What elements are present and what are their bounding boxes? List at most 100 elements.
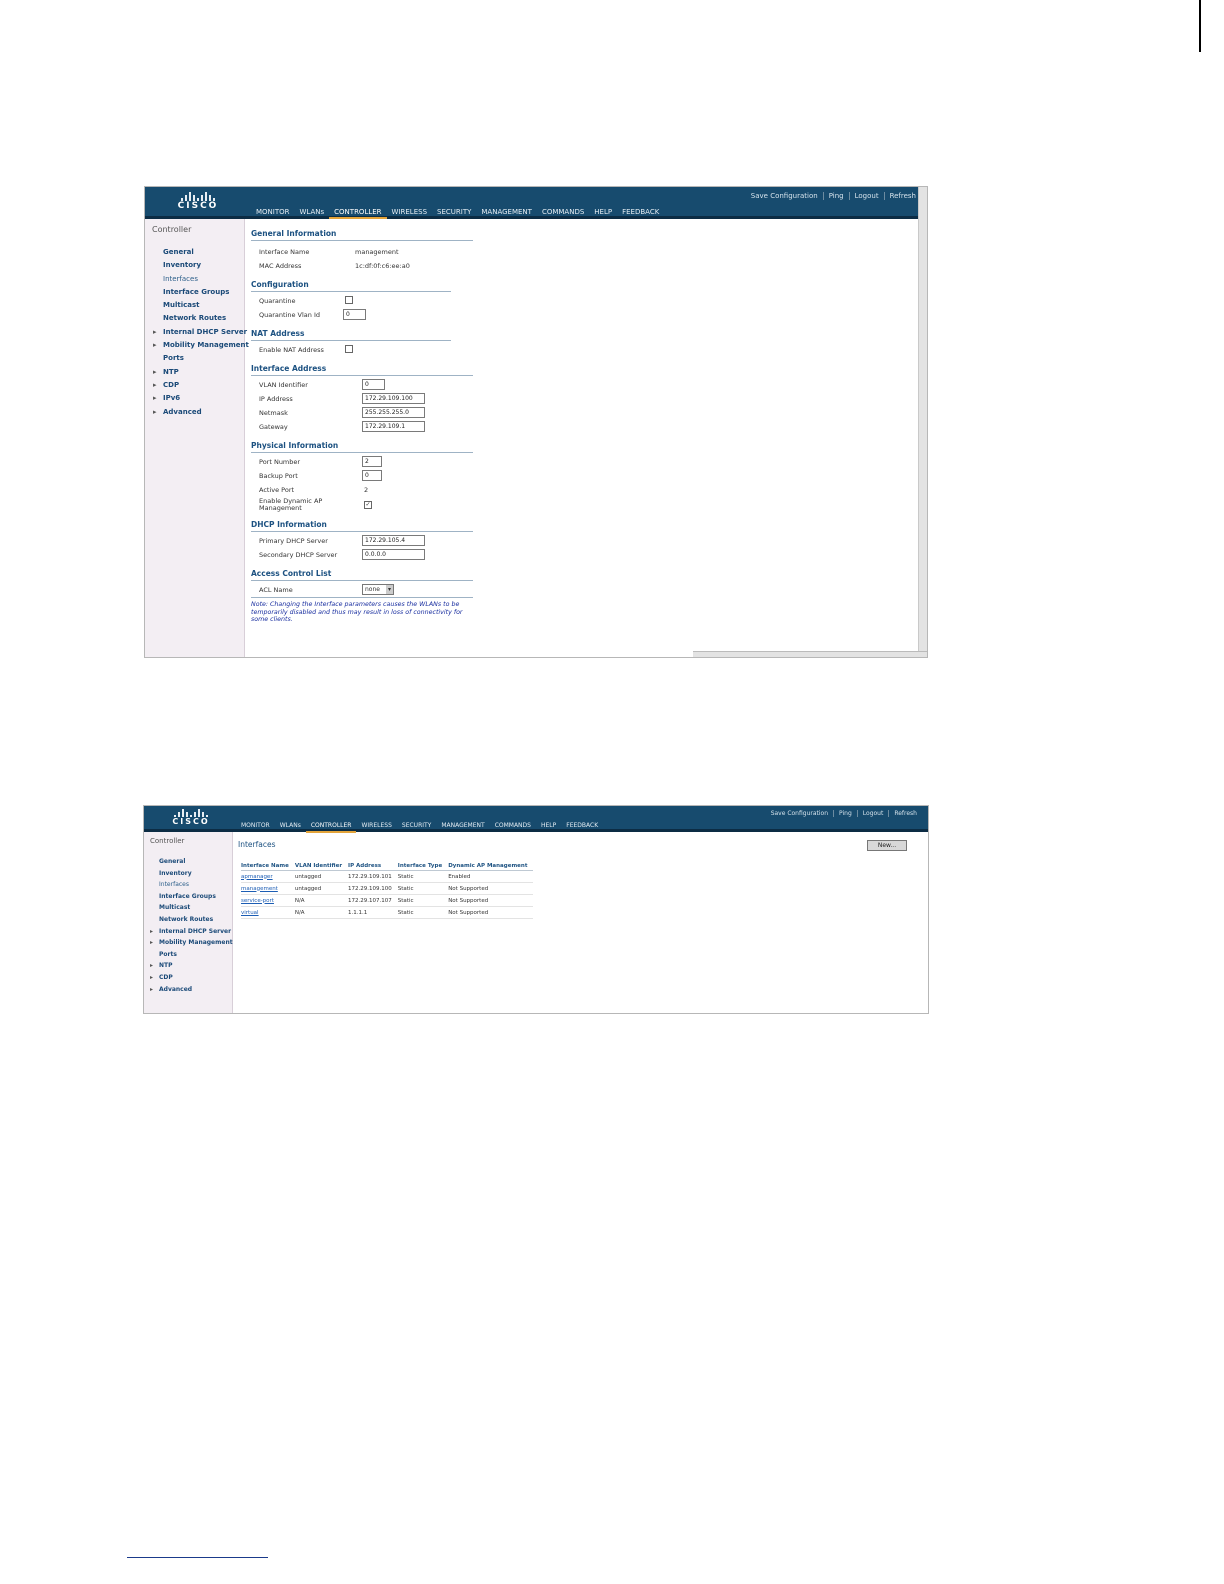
vlan-cell: N/A <box>294 906 349 919</box>
sidebar-item-cdp[interactable]: CDP <box>145 379 244 393</box>
nav-wireless[interactable]: WIRELESS <box>387 207 432 219</box>
sidebar-item-internal-dhcp-server[interactable]: Internal DHCP Server <box>144 926 232 938</box>
sidebar-item-inventory[interactable]: Inventory <box>145 259 244 272</box>
logout-link[interactable]: Logout <box>848 192 884 200</box>
sidebar-item-multicast[interactable]: Multicast <box>144 902 232 914</box>
section-general-information: General Information <box>251 229 473 241</box>
netmask-label: Netmask <box>259 409 288 417</box>
nav-controller[interactable]: CONTROLLER <box>329 207 387 219</box>
top-links: Save Configuration Ping Logout Refresh <box>766 810 922 817</box>
section-physical-information: Physical Information <box>251 441 473 453</box>
sidebar-item-general[interactable]: General <box>144 856 232 868</box>
interface-name-label: Interface Name <box>259 248 310 256</box>
nav-feedback[interactable]: FEEDBACK <box>617 207 664 219</box>
brand-name: CISCO <box>172 817 210 826</box>
ping-link[interactable]: Ping <box>833 810 857 817</box>
cisco-bars-icon <box>175 191 221 201</box>
ip-address-input[interactable]: 172.29.109.100 <box>362 393 425 404</box>
logout-link[interactable]: Logout <box>856 810 889 817</box>
sidebar-item-interface-groups[interactable]: Interface Groups <box>144 891 232 903</box>
quarantine-label: Quarantine <box>259 297 296 305</box>
refresh-link[interactable]: Refresh <box>888 810 922 817</box>
new-interface-button[interactable]: New... <box>867 840 907 851</box>
vlan-identifier-input[interactable]: 0 <box>362 379 385 390</box>
header-bar: CISCO Save Configuration Ping Logout Ref… <box>145 187 927 219</box>
nav-management[interactable]: MANAGEMENT <box>476 207 537 219</box>
vertical-scrollbar[interactable] <box>918 187 927 657</box>
vlan-cell: N/A <box>294 894 349 907</box>
sidebar-item-ipv6[interactable]: IPv6 <box>145 392 244 406</box>
quarantine-checkbox[interactable] <box>345 296 353 304</box>
netmask-input[interactable]: 255.255.255.0 <box>362 407 425 418</box>
type-cell: Static <box>397 906 449 919</box>
sidebar-item-ports[interactable]: Ports <box>145 352 244 365</box>
sidebar-item-advanced[interactable]: Advanced <box>144 984 232 996</box>
sidebar-item-mobility-management[interactable]: Mobility Management <box>144 937 233 949</box>
interface-name-link[interactable]: management <box>241 882 295 895</box>
backup-port-input[interactable]: 0 <box>362 470 382 481</box>
sidebar-item-interfaces[interactable]: Interfaces <box>145 273 244 286</box>
mac-address-value: 1c:df:0f:c6:ee:a0 <box>355 262 410 270</box>
sidebar-item-internal-dhcp-server[interactable]: Internal DHCP Server <box>145 326 247 340</box>
refresh-link[interactable]: Refresh <box>883 192 921 200</box>
table-header-row: Interface Name VLAN Identifier IP Addres… <box>241 862 534 871</box>
acl-name-select[interactable]: none <box>362 584 394 595</box>
col-ip-address: IP Address <box>348 862 398 871</box>
top-links: Save Configuration Ping Logout Refresh <box>746 192 921 200</box>
vlan-cell: untagged <box>294 882 349 895</box>
sidebar-item-network-routes[interactable]: Network Routes <box>145 312 244 325</box>
col-vlan-identifier: VLAN Identifier <box>294 862 349 871</box>
type-cell: Static <box>397 894 449 907</box>
sidebar-item-ntp[interactable]: NTP <box>145 366 244 380</box>
port-number-input[interactable]: 2 <box>362 456 382 467</box>
mac-address-label: MAC Address <box>259 262 302 270</box>
sidebar-item-inventory[interactable]: Inventory <box>144 868 232 880</box>
sidebar-item-cdp[interactable]: CDP <box>144 972 232 984</box>
gateway-label: Gateway <box>259 423 288 431</box>
nav-help[interactable]: HELP <box>589 207 617 219</box>
interface-edit-form: General Information Interface Name manage… <box>251 219 473 624</box>
dynamic-ap-checkbox[interactable]: ✓ <box>364 501 372 509</box>
sidebar-item-ports[interactable]: Ports <box>144 949 232 961</box>
ip-cell: 172.29.109.101 <box>348 870 398 883</box>
primary-dhcp-input[interactable]: 172.29.105.4 <box>362 535 425 546</box>
sidebar-item-general[interactable]: General <box>145 246 244 259</box>
status-bar <box>693 651 927 657</box>
sidebar-item-interfaces[interactable]: Interfaces <box>144 879 232 891</box>
quarantine-vlan-input[interactable]: 0 <box>343 309 366 320</box>
secondary-dhcp-input[interactable]: 0.0.0.0 <box>362 549 425 560</box>
cisco-logo: CISCO <box>168 809 214 826</box>
interface-name-link[interactable]: apmanager <box>241 870 295 883</box>
sidebar-item-network-routes[interactable]: Network Routes <box>144 914 232 926</box>
sidebar-item-advanced[interactable]: Advanced <box>145 406 244 420</box>
sidebar-item-mobility-management[interactable]: Mobility Management <box>145 339 249 353</box>
section-configuration: Configuration <box>251 280 451 292</box>
save-configuration-link[interactable]: Save Configuration <box>746 192 823 200</box>
secondary-dhcp-label: Secondary DHCP Server <box>259 551 338 559</box>
save-configuration-link[interactable]: Save Configuration <box>766 810 833 817</box>
nav-wlans[interactable]: WLANs <box>295 207 330 219</box>
cisco-bars-icon <box>168 809 214 817</box>
sidebar-item-interface-groups[interactable]: Interface Groups <box>145 286 244 299</box>
page-title: Interfaces <box>238 840 276 849</box>
sidebar-item-multicast[interactable]: Multicast <box>145 299 244 312</box>
sidebar: Controller General Inventory Interfaces … <box>145 219 249 657</box>
nav-monitor[interactable]: MONITOR <box>251 207 295 219</box>
col-interface-name: Interface Name <box>241 862 295 871</box>
interface-name-link[interactable]: service-port <box>241 894 295 907</box>
dynamic-ap-label-line2: Management <box>259 504 302 512</box>
table-row: management untagged 172.29.109.100 Stati… <box>241 882 534 895</box>
nav-commands[interactable]: COMMANDS <box>537 207 589 219</box>
ping-link[interactable]: Ping <box>822 192 849 200</box>
col-interface-type: Interface Type <box>397 862 449 871</box>
sidebar-item-ntp[interactable]: NTP <box>144 960 232 972</box>
table-row: service-port N/A 172.29.107.107 Static N… <box>241 894 534 907</box>
enable-nat-checkbox[interactable] <box>345 345 353 353</box>
nav-security[interactable]: SECURITY <box>432 207 476 219</box>
interface-name-link[interactable]: virtual <box>241 906 295 919</box>
type-cell: Static <box>397 882 449 895</box>
interfaces-panel: Interfaces New... Interface Name VLAN Id… <box>237 832 928 1013</box>
gateway-input[interactable]: 172.29.109.1 <box>362 421 425 432</box>
backup-port-label: Backup Port <box>259 472 298 480</box>
screenshot-interfaces-list: CISCO Save Configuration Ping Logout Ref… <box>143 805 929 1014</box>
